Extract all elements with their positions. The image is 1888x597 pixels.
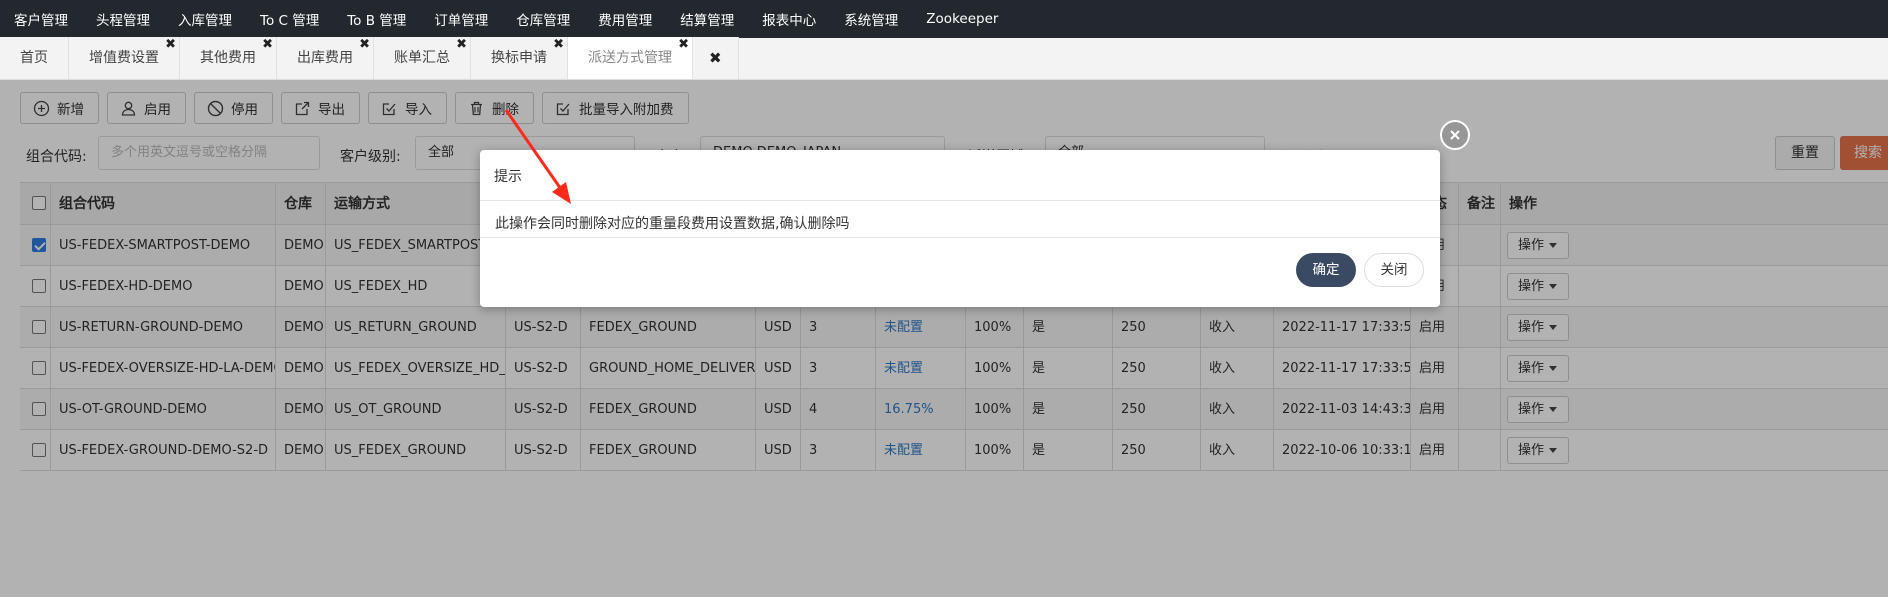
tab-label: 其他费用 (200, 50, 256, 66)
top-navbar: 客户管理 头程管理 入库管理 To C 管理 To B 管理 订单管理 仓库管理 费用管理 结算… (0, 0, 1888, 38)
tab-item[interactable]: 首页 (0, 37, 69, 79)
tab-item[interactable]: 出库费用 ✖ (277, 37, 374, 79)
nav-item[interactable]: 客户管理 (14, 9, 68, 29)
tab-close-icon[interactable]: ✖ (553, 24, 564, 66)
nav-item[interactable]: Zookeeper (926, 11, 998, 27)
confirm-dialog: 提示 此操作会同时删除对应的重量段费用设置数据,确认删除吗 确定 关闭 (480, 150, 1440, 307)
nav-item[interactable]: 费用管理 (598, 9, 652, 29)
dialog-divider (480, 237, 1440, 238)
tab-label: 账单汇总 (394, 50, 450, 66)
tab-label: 出库费用 (297, 50, 353, 66)
nav-item[interactable]: 入库管理 (178, 9, 232, 29)
dialog-divider (480, 200, 1440, 201)
tab-label: 增值费设置 (89, 50, 159, 66)
tab-close-icon[interactable]: ✖ (165, 24, 176, 66)
nav-item[interactable]: 头程管理 (96, 9, 150, 29)
tab-close-icon[interactable]: ✖ (678, 24, 689, 66)
tab-item[interactable]: 其他费用 ✖ (180, 37, 277, 79)
tab-close-icon[interactable]: ✖ (456, 24, 467, 66)
nav-item[interactable]: 报表中心 (762, 9, 816, 29)
tab-item[interactable]: 增值费设置 ✖ (69, 37, 180, 79)
close-icon (1450, 130, 1460, 140)
tab-item[interactable]: 账单汇总 ✖ (374, 37, 471, 79)
nav-item[interactable]: 系统管理 (844, 9, 898, 29)
modal-close-icon[interactable] (1440, 120, 1470, 150)
tabs-bar: 首页 增值费设置 ✖ 其他费用 ✖ 出库费用 ✖ 账单汇总 ✖ 换标申请 ✖ 派送方式管理 ✖ ✖ (0, 37, 1888, 80)
confirm-button[interactable]: 确定 (1296, 253, 1356, 287)
tab-item[interactable]: 派送方式管理 ✖ (568, 37, 693, 79)
dialog-message: 此操作会同时删除对应的重量段费用设置数据,确认删除吗 (495, 216, 850, 232)
tab-close-icon[interactable]: ✖ (359, 24, 370, 66)
nav-item[interactable]: To B 管理 (347, 9, 406, 29)
dialog-title: 提示 (494, 169, 522, 185)
close-all-tabs-icon[interactable]: ✖ (693, 37, 739, 79)
close-button[interactable]: 关闭 (1364, 253, 1424, 287)
tab-label: 派送方式管理 (588, 50, 672, 66)
tab-close-icon[interactable]: ✖ (262, 24, 273, 66)
tab-label: 换标申请 (491, 50, 547, 66)
tab-item[interactable]: 换标申请 ✖ (471, 37, 568, 79)
tab-label: 首页 (20, 50, 48, 66)
